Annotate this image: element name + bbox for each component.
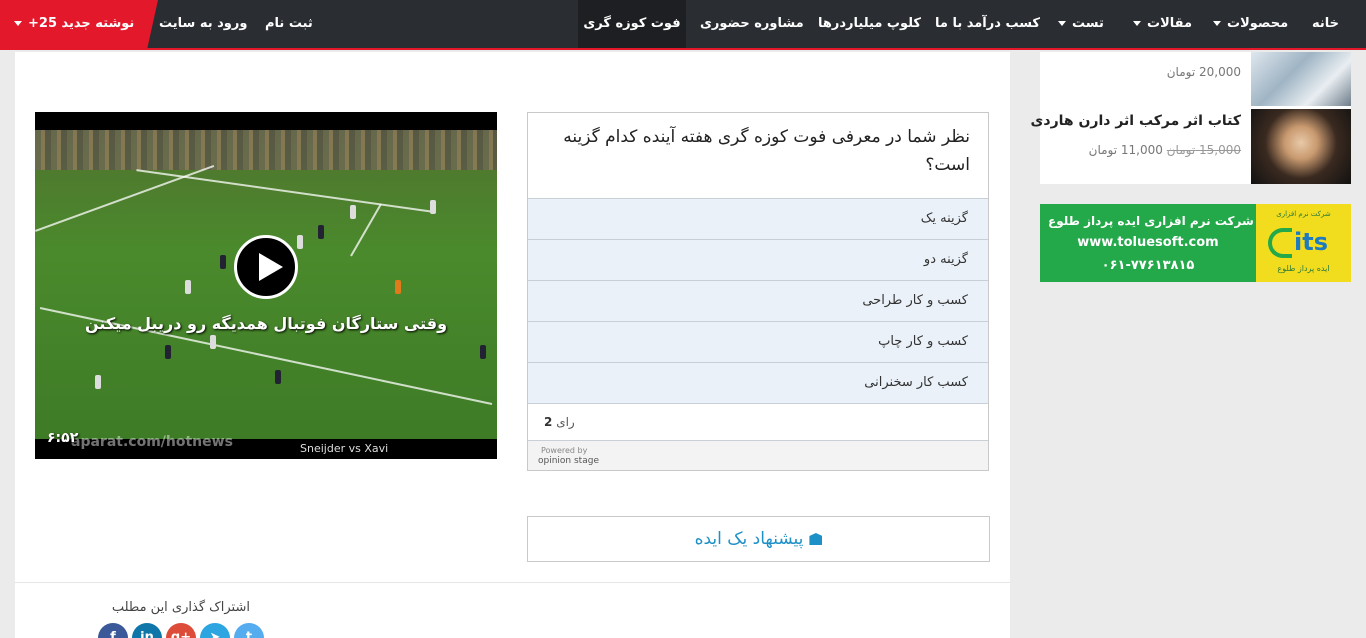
- video-label: Sneijder vs Xavi: [300, 442, 389, 455]
- old-price-value: 15,000: [1199, 143, 1241, 157]
- field-line: [35, 165, 215, 232]
- nav-item-home[interactable]: خانه: [1312, 0, 1339, 48]
- top-navbar: +25 نوشته جدید ورود به سایت ثبت نام فوت …: [0, 0, 1366, 50]
- poll-option[interactable]: کسب کار سخنرانی: [528, 362, 988, 403]
- product-price: 15,000 تومان 11,000 تومان: [1040, 143, 1241, 157]
- field-line: [136, 169, 434, 213]
- product-thumbnail[interactable]: [1251, 52, 1351, 106]
- video-player[interactable]: وقتی ستارگان فوتبال همدیگه رو دریبل میکن…: [35, 112, 497, 459]
- poll-vote-count: 2 رای: [528, 403, 988, 440]
- player: [95, 375, 101, 389]
- player: [210, 335, 216, 349]
- sidebar-products: 20,000 تومان کتاب اثر مرکب اثر دارن هارد…: [1031, 52, 1351, 184]
- play-button[interactable]: [234, 235, 298, 299]
- poll-option[interactable]: گزینه دو: [528, 239, 988, 280]
- opinion-stage-link[interactable]: opinion stage: [538, 456, 599, 466]
- chevron-down-icon: [1133, 21, 1141, 26]
- nav-item-articles[interactable]: مقالات: [1133, 0, 1192, 48]
- price-currency: تومان: [1088, 143, 1118, 157]
- poll-option[interactable]: گزینه یک: [528, 198, 988, 239]
- register-link[interactable]: ثبت نام: [265, 0, 313, 48]
- stadium-stands: [35, 130, 497, 170]
- share-title: اشتراک گذاری این مطلب: [111, 600, 250, 615]
- vote-label: رای: [556, 415, 575, 429]
- nav-item-pottery-secret[interactable]: فوت کوزه گری: [578, 0, 686, 48]
- nav-item-label: تست: [1072, 16, 1104, 31]
- ad-banner[interactable]: شرکت نرم افزاری ایده پرداز طلوع www.tolu…: [1040, 204, 1351, 282]
- player: [480, 345, 486, 359]
- player: [430, 200, 436, 214]
- poll-option[interactable]: کسب و کار چاپ: [528, 321, 988, 362]
- nav-item-label: مقالات: [1147, 16, 1193, 31]
- login-link[interactable]: ورود به سایت: [159, 0, 247, 48]
- video-caption: وقتی ستارگان فوتبال همدیگه رو دریبل میکن…: [84, 314, 448, 333]
- player: [185, 280, 191, 294]
- ad-logo: شرکت نرم افزاری its ایده پرداز طلوع: [1256, 204, 1351, 282]
- poll-footer: Powered by opinion stage: [528, 440, 988, 470]
- new-posts-label: +25 نوشته جدید: [28, 16, 135, 31]
- box-icon: [809, 533, 823, 545]
- ad-phone: ۰۶۱-۷۷۶۱۳۸۱۵: [1101, 258, 1195, 273]
- poll-option[interactable]: کسب و کار طراحی: [528, 280, 988, 321]
- old-price: 15,000 تومان: [1167, 143, 1241, 157]
- old-price-currency: تومان: [1166, 143, 1196, 157]
- poll-widget: نظر شما در معرفی فوت کوزه گری هفته آینده…: [527, 112, 989, 471]
- nav-item-products[interactable]: محصولات: [1213, 0, 1288, 48]
- suggest-idea-button[interactable]: پیشنهاد یک ایده: [527, 516, 990, 562]
- player: [275, 370, 281, 384]
- video-watermark: aparat.com/hotnews: [71, 434, 233, 450]
- price-value: 20,000: [1199, 65, 1241, 79]
- poll-question: نظر شما در معرفی فوت کوزه گری هفته آینده…: [563, 127, 970, 175]
- player: [297, 235, 303, 249]
- product-price: 20,000 تومان: [1100, 65, 1241, 79]
- nav-item-billionaires-club[interactable]: کلوپ میلیاردرها: [818, 0, 921, 48]
- player: [350, 205, 356, 219]
- price-value: 11,000: [1120, 143, 1163, 157]
- nav-item-earn-with-us[interactable]: کسب درآمد با ما: [935, 0, 1040, 48]
- chevron-down-icon: [1213, 21, 1221, 26]
- ad-logo-letters: its: [1294, 228, 1328, 256]
- divider: [15, 582, 1010, 583]
- price-currency: تومان: [1166, 65, 1196, 79]
- nav-item-test[interactable]: تست: [1058, 0, 1104, 48]
- new-posts-dropdown[interactable]: +25 نوشته جدید: [0, 0, 158, 50]
- chevron-down-icon: [14, 21, 22, 26]
- video-duration: ۶:۵۲: [47, 430, 79, 446]
- powered-by-text: Powered by: [541, 446, 588, 455]
- chevron-down-icon: [1058, 21, 1066, 26]
- ad-logo-text: ایده پرداز طلوع: [1277, 264, 1330, 273]
- player: [395, 280, 401, 294]
- player: [318, 225, 324, 239]
- product-title[interactable]: کتاب اثر مرکب اثر دارن هاردی: [1031, 113, 1241, 129]
- suggest-idea-label: پیشنهاد یک ایده: [694, 529, 804, 549]
- poll-vote-text: 2 رای: [544, 415, 575, 429]
- ad-website: www.toluesoft.com: [1077, 235, 1219, 250]
- vote-count: 2: [544, 415, 553, 429]
- ad-logo-mark: [1268, 228, 1292, 258]
- nav-item-consulting[interactable]: مشاوره حضوری: [700, 0, 804, 48]
- product-thumbnail[interactable]: [1251, 109, 1351, 184]
- player: [220, 255, 226, 269]
- ad-logo-top-text: شرکت نرم افزاری: [1276, 210, 1331, 218]
- ad-company-name: شرکت نرم افزاری ایده پرداز طلوع: [1048, 214, 1254, 228]
- player: [165, 345, 171, 359]
- nav-item-label: محصولات: [1227, 16, 1289, 31]
